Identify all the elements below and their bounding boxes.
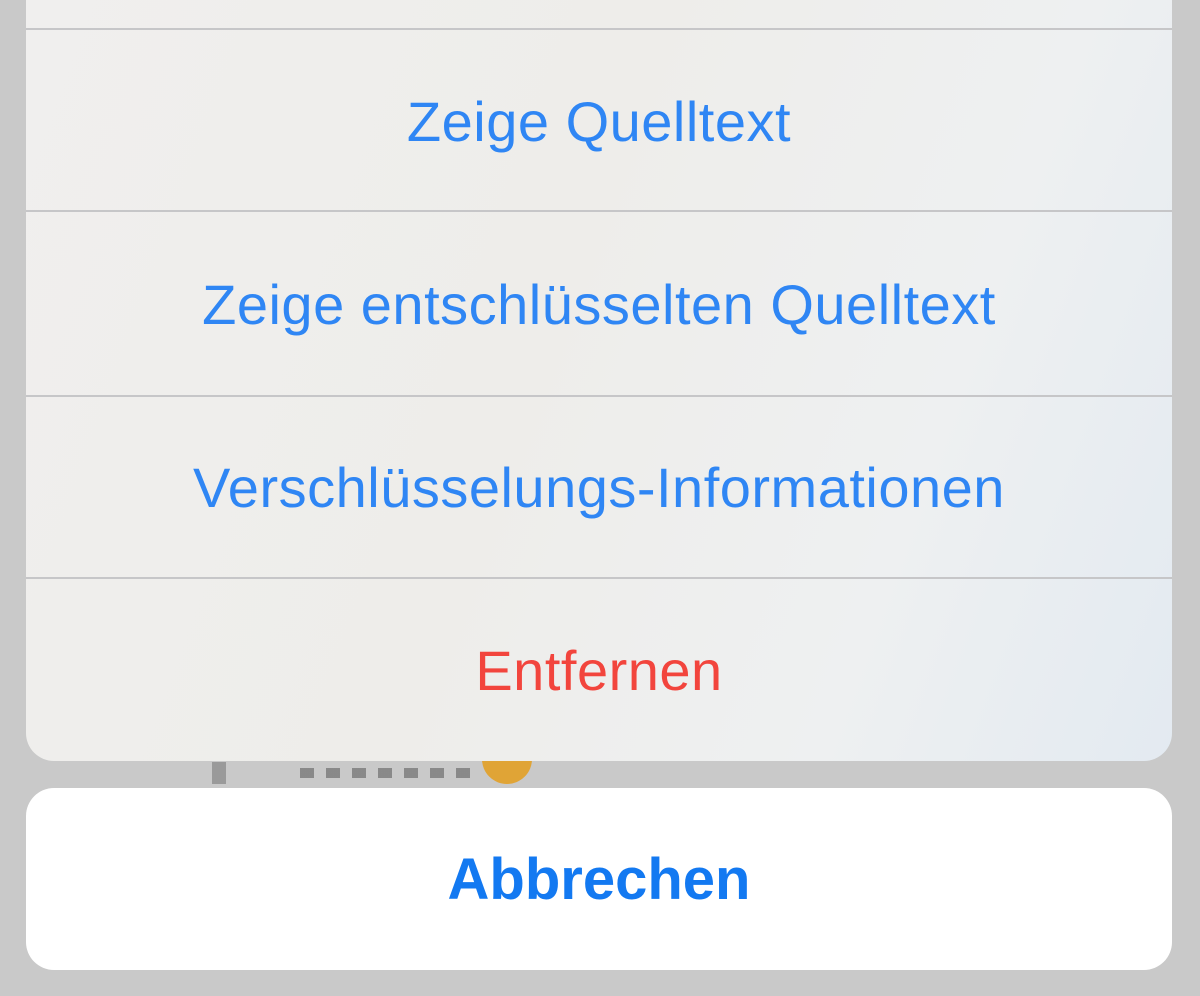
remove-button[interactable]: Entfernen	[26, 579, 1172, 761]
background-bar	[212, 762, 226, 784]
background-text	[300, 768, 470, 778]
action-sheet-group: Zeige Quelltext Zeige entschlüsselten Qu…	[26, 0, 1172, 761]
show-decrypted-source-button[interactable]: Zeige entschlüsselten Quelltext	[26, 212, 1172, 396]
cancel-button[interactable]: Abbrechen	[26, 788, 1172, 970]
show-source-button[interactable]: Zeige Quelltext	[26, 30, 1172, 212]
encryption-info-button[interactable]: Verschlüsselungs-Informationen	[26, 397, 1172, 577]
screen: Zeige Quelltext Zeige entschlüsselten Qu…	[0, 0, 1200, 996]
